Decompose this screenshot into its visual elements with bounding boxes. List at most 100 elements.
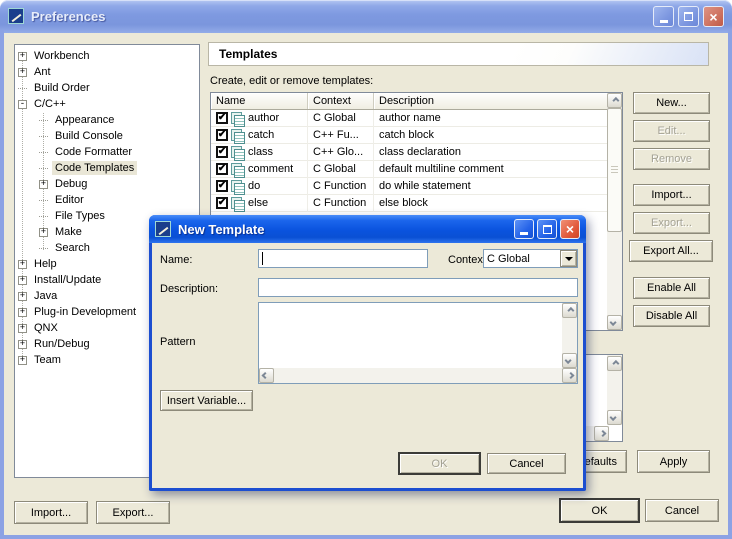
dropdown-button[interactable] [560,250,577,267]
expand-icon[interactable]: + [18,52,27,61]
import-templates-button[interactable]: Import... [633,184,710,206]
tree-stub [39,200,48,201]
modal-cancel-button[interactable]: Cancel [487,453,566,474]
checkbox-checked[interactable]: ✔ [216,180,228,192]
tree-item-debug[interactable]: +Debug [15,176,199,192]
preview-vertical-scrollbar[interactable] [607,355,622,425]
expand-icon[interactable]: + [18,276,27,285]
expand-icon[interactable]: + [18,260,27,269]
pattern-horizontal-scrollbar[interactable] [259,368,577,383]
tree-stub [18,88,27,89]
tree-stub [39,136,48,137]
scroll-right-button[interactable] [562,368,577,383]
minimize-icon [520,232,528,235]
expand-icon[interactable]: + [39,228,48,237]
title-bar[interactable]: Preferences × [0,0,732,33]
expand-icon[interactable]: + [18,340,27,349]
expand-icon[interactable]: + [18,292,27,301]
collapse-icon[interactable]: - [18,100,27,109]
tree-stub [39,216,48,217]
close-button[interactable]: × [703,6,724,27]
scroll-left-button[interactable] [259,368,274,383]
cancel-button[interactable]: Cancel [645,499,719,522]
name-input[interactable] [258,249,428,268]
export-preferences-button[interactable]: Export... [96,501,170,524]
chevron-up-icon [612,97,619,104]
insert-variable-button[interactable]: Insert Variable... [160,390,253,411]
description-input[interactable] [258,278,578,297]
scroll-up-button[interactable] [562,303,577,318]
tree-item-c-cpp[interactable]: -C/C++ [15,96,199,112]
modal-minimize-button[interactable] [514,219,534,239]
tree-item-build-console[interactable]: Build Console [15,128,199,144]
tree-item-editor[interactable]: Editor [15,192,199,208]
column-header-context[interactable]: Context [308,93,374,109]
minimize-button[interactable] [653,6,674,27]
import-preferences-button[interactable]: Import... [14,501,88,524]
tree-stub [39,152,48,153]
table-row-class[interactable]: ✔class C++ Glo... class declaration [211,144,607,161]
table-row-catch[interactable]: ✔catch C++ Fu... catch block [211,127,607,144]
modal-title-bar[interactable]: New Template × [149,215,586,243]
edit-button[interactable]: Edit... [633,120,710,142]
chevron-down-icon [565,357,572,364]
checkbox-checked[interactable]: ✔ [216,112,228,124]
expand-icon[interactable]: + [18,324,27,333]
window-frame-bottom [0,535,732,539]
table-scrollbar[interactable] [607,93,622,330]
export-templates-button[interactable]: Export... [633,212,710,234]
chevron-down-icon [610,414,617,421]
export-all-button[interactable]: Export All... [629,240,713,262]
table-row-do[interactable]: ✔do C Function do while statement [211,178,607,195]
scroll-right-button[interactable] [594,426,609,441]
pattern-textarea[interactable] [258,302,578,384]
scroll-up-button[interactable] [607,356,622,371]
scroll-down-button[interactable] [607,410,622,425]
tree-item-code-templates[interactable]: Code Templates [15,160,199,176]
new-template-dialog: New Template × Name: Context: C Global D… [149,215,586,491]
window-frame-right [728,30,732,535]
table-row-else[interactable]: ✔else C Function else block [211,195,607,212]
context-dropdown[interactable]: C Global [483,249,578,268]
table-row-author[interactable]: ✔author C Global author name [211,110,607,127]
expand-icon[interactable]: + [18,308,27,317]
scrollbar-thumb[interactable] [607,108,622,232]
pattern-vertical-scrollbar[interactable] [562,303,577,368]
maximize-button[interactable] [678,6,699,27]
expand-icon[interactable]: + [39,180,48,189]
tree-item-build-order[interactable]: Build Order [15,80,199,96]
modal-ok-button[interactable]: OK [399,453,480,474]
tree-item-appearance[interactable]: Appearance [15,112,199,128]
tree-item-workbench[interactable]: +Workbench [15,48,199,64]
expand-icon[interactable]: + [18,68,27,77]
new-button[interactable]: New... [633,92,710,114]
enable-all-button[interactable]: Enable All [633,277,710,299]
checkbox-checked[interactable]: ✔ [216,163,228,175]
checkbox-checked[interactable]: ✔ [216,129,228,141]
tree-item-code-formatter[interactable]: Code Formatter [15,144,199,160]
instruction-label: Create, edit or remove templates: [210,75,373,87]
preferences-window-icon [8,8,24,24]
scroll-down-button[interactable] [562,353,577,368]
table-row-comment[interactable]: ✔comment C Global default multiline comm… [211,161,607,178]
column-header-description[interactable]: Description [374,93,607,109]
disable-all-button[interactable]: Disable All [633,305,710,327]
column-header-name[interactable]: Name [211,93,308,109]
scroll-up-button[interactable] [607,93,622,108]
maximize-icon [543,225,552,234]
modal-close-button[interactable]: × [560,219,580,239]
chevron-up-icon [567,307,574,314]
maximize-icon [684,12,693,21]
modal-maximize-button[interactable] [537,219,557,239]
scroll-down-button[interactable] [607,315,622,330]
tree-item-ant[interactable]: +Ant [15,64,199,80]
apply-button[interactable]: Apply [637,450,710,473]
chevron-left-icon [262,372,269,379]
remove-button[interactable]: Remove [633,148,710,170]
checkbox-checked[interactable]: ✔ [216,197,228,209]
checkbox-checked[interactable]: ✔ [216,146,228,158]
expand-icon[interactable]: + [18,356,27,365]
tree-stub [39,248,48,249]
ok-button[interactable]: OK [560,499,639,522]
template-icon [231,180,244,193]
